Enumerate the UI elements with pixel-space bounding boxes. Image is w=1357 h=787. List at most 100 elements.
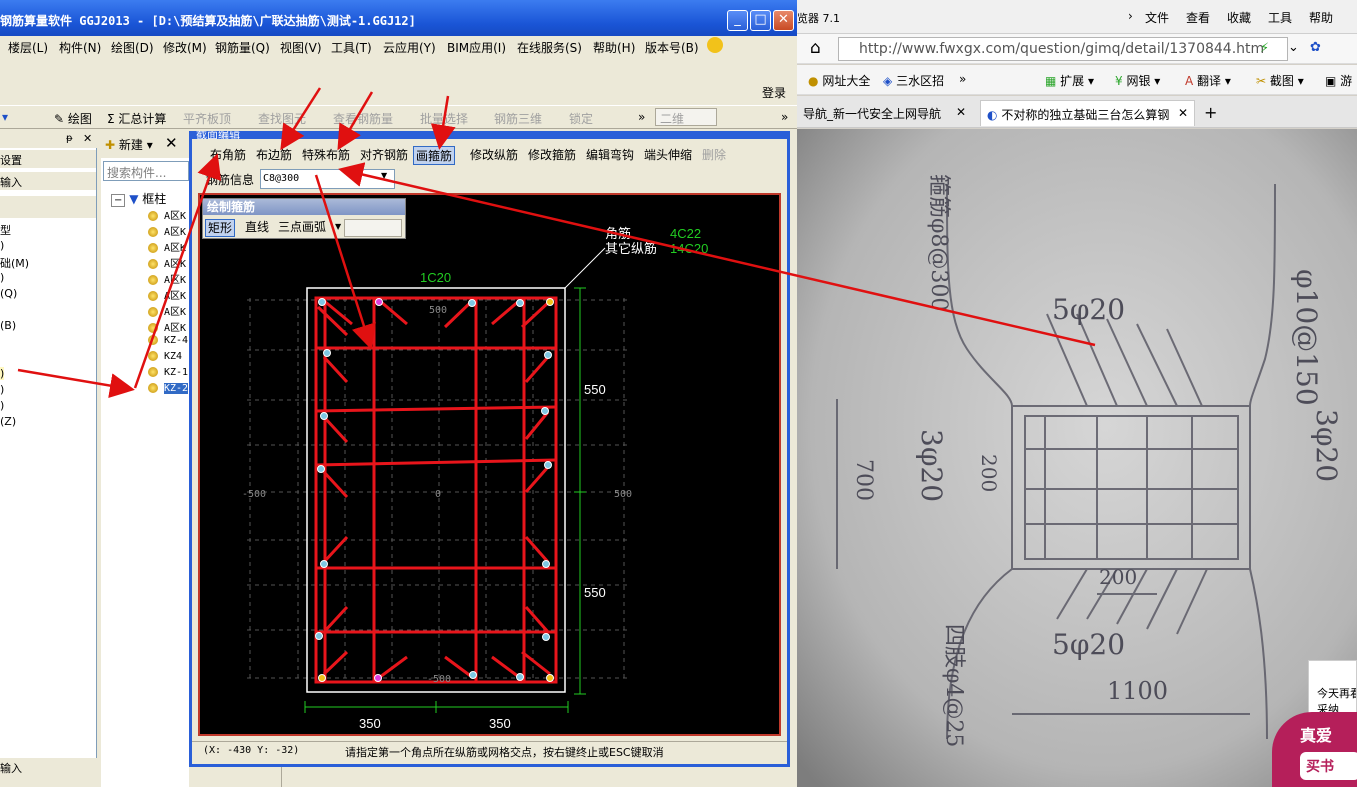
find-element-button[interactable]: 查找图元 [258, 110, 306, 127]
menu-version[interactable]: 版本号(B) [645, 39, 699, 56]
corner-rebar-button[interactable]: 布角筋 [208, 146, 248, 165]
netbank-button[interactable]: ¥ 网银 ▾ [1115, 72, 1160, 89]
toolbar-overflow-icon[interactable]: » [638, 110, 645, 124]
view-rebar-button[interactable]: 查看钢筋量 [333, 110, 393, 127]
layer-dropdown-arrow[interactable]: ▾ [2, 110, 8, 124]
new-tab-icon[interactable]: + [1204, 103, 1217, 122]
close-button[interactable]: ✕ [773, 10, 794, 31]
ad-banner[interactable]: 真爱 买书 [1272, 712, 1357, 787]
browser-menu-arrow-icon[interactable]: › [1128, 9, 1133, 23]
edit-hook-button[interactable]: 编辑弯钩 [584, 146, 636, 165]
left-item-z[interactable]: (Z) [0, 415, 16, 428]
component-search-input[interactable]: 搜索构件... [103, 161, 189, 181]
tree-item-selected[interactable]: KZ-2 [148, 383, 189, 394]
tree-item[interactable]: A区K [148, 239, 186, 254]
menu-view[interactable]: 视图(V) [280, 39, 322, 56]
lock-button[interactable]: 锁定 [569, 110, 593, 127]
game-button[interactable]: ▣ 游 [1325, 72, 1352, 89]
tree-collapse-icon[interactable]: − [111, 194, 126, 207]
tree-item[interactable]: A区K [148, 271, 186, 286]
maximize-button[interactable]: □ [750, 10, 771, 31]
left-bottom-tab[interactable]: 输入 [0, 758, 97, 787]
search-engine-icon[interactable]: ✿ [1310, 40, 1321, 55]
left-item-a[interactable]: ) [0, 239, 4, 252]
address-bar[interactable]: http://www.fwxgx.com/question/gimq/detai… [838, 37, 1288, 61]
screenshot-button[interactable]: ✂ 截图 ▾ [1256, 72, 1304, 89]
left-item-c[interactable]: ) [0, 383, 4, 396]
modify-stirrup-button[interactable]: 修改箍筋 [526, 146, 578, 165]
left-item-foundation[interactable]: 础(M) [0, 255, 29, 271]
browser-menu-favorites[interactable]: 收藏 [1227, 9, 1251, 26]
section-canvas[interactable]: 500 -500 -500 500 0 角筋 4C22 其它纵筋 14C20 1… [198, 193, 781, 736]
pin-icon[interactable]: ᵽ [66, 133, 73, 144]
delete-button[interactable]: 删除 [700, 146, 728, 165]
fav-sanshui[interactable]: ◈ 三水区招 [883, 72, 944, 89]
browser-menu-tools[interactable]: 工具 [1268, 9, 1292, 26]
menu-rebar-qty[interactable]: 钢筋量(Q) [215, 39, 270, 56]
flat-top-button[interactable]: 平齐板顶 [183, 110, 231, 127]
tree-item[interactable]: A区K [148, 255, 186, 270]
menu-component[interactable]: 构件(N) [59, 39, 101, 56]
lightning-icon[interactable]: ⚡ [1260, 41, 1269, 56]
panel-close-icon[interactable]: ✕ [83, 132, 92, 145]
browser-tab-active[interactable]: ◐ 不对称的独立基础三台怎么算钢 ✕ [980, 100, 1195, 126]
menu-modify[interactable]: 修改(M) [163, 39, 207, 56]
batch-select-button[interactable]: 批量选择 [420, 110, 468, 127]
view-mode-dropdown[interactable]: 二维 [655, 108, 717, 126]
extension-button[interactable]: ▦ 扩展 ▾ [1045, 72, 1094, 89]
rect-mode-button[interactable]: 矩形 [205, 219, 236, 237]
tree-item[interactable]: A区K [148, 303, 186, 318]
draw-stirrup-button[interactable]: 画箍筋 [413, 146, 456, 165]
menu-floor[interactable]: 楼层(L) [8, 39, 48, 56]
draw-tool-button[interactable]: ✎ 绘图 [54, 110, 92, 127]
translate-button[interactable]: A 翻译 ▾ [1185, 72, 1231, 89]
menu-tools[interactable]: 工具(T) [331, 39, 372, 56]
helper-avatar-icon[interactable] [707, 37, 723, 53]
browser-menu-view[interactable]: 查看 [1186, 9, 1210, 26]
edge-rebar-button[interactable]: 布边筋 [254, 146, 294, 165]
tree-item[interactable]: A区K [148, 287, 186, 302]
tab-close-icon[interactable]: ✕ [956, 105, 966, 119]
address-dropdown-icon[interactable]: ⌄ [1288, 40, 1299, 55]
end-stretch-button[interactable]: 端头伸缩 [642, 146, 694, 165]
menu-help[interactable]: 帮助(H) [593, 39, 635, 56]
browser-tab-nav[interactable]: 导航_新一代安全上网导航 ✕ [797, 100, 972, 126]
tree-root[interactable]: − ▼ 框柱 [111, 190, 166, 207]
menu-online[interactable]: 在线服务(S) [517, 39, 582, 56]
minimize-button[interactable]: _ [727, 10, 748, 31]
menu-draw[interactable]: 绘图(D) [111, 39, 154, 56]
delete-icon[interactable]: ✕ [165, 134, 178, 152]
fav-more-icon[interactable]: » [959, 72, 966, 86]
align-rebar-button[interactable]: 对齐钢筋 [358, 146, 410, 165]
line-mode-button[interactable]: 直线 [243, 219, 271, 237]
side-popup[interactable]: 今天再看 采纳 [1308, 660, 1357, 720]
rebar-info-dropdown-icon[interactable]: ▼ [381, 171, 387, 180]
tree-item[interactable]: KZ-1 [148, 367, 188, 378]
fav-site-directory[interactable]: ● 网址大全 [808, 72, 870, 89]
left-item-type[interactable]: 型 [0, 222, 11, 238]
left-item-d[interactable]: ) [0, 399, 4, 412]
tree-item[interactable]: A区K [148, 319, 186, 334]
tree-item[interactable]: A区K [148, 223, 186, 238]
browser-menu-help[interactable]: 帮助 [1309, 9, 1333, 26]
rebar-info-input[interactable]: C8@300 [260, 169, 395, 189]
toolbar-overflow-right-icon[interactable]: » [781, 110, 788, 124]
arc-mode-button[interactable]: 三点画弧 [276, 219, 328, 237]
tab-close-icon[interactable]: ✕ [1175, 106, 1188, 120]
menu-bim[interactable]: BIM应用(I) [447, 39, 506, 56]
menu-cloud[interactable]: 云应用(Y) [383, 39, 436, 56]
home-icon[interactable]: ⌂ [810, 38, 821, 58]
arc-dropdown-icon[interactable]: ▼ [333, 219, 343, 237]
sum-calc-button[interactable]: Σ 汇总计算 [107, 110, 166, 127]
modify-long-rebar-button[interactable]: 修改纵筋 [468, 146, 520, 165]
left-item-selected[interactable]: ) [0, 367, 5, 380]
tree-item[interactable]: KZ-4 [148, 335, 188, 346]
left-item-b[interactable]: ) [0, 271, 4, 284]
left-row-input[interactable]: 输入 [0, 172, 96, 190]
special-rebar-button[interactable]: 特殊布筋 [300, 146, 352, 165]
tree-item[interactable]: A区K [148, 207, 186, 222]
new-component-button[interactable]: ✚ 新建 ▾ [105, 136, 153, 153]
stirrup-combo[interactable] [344, 219, 402, 237]
left-row-settings[interactable]: 设置 [0, 150, 96, 168]
login-link[interactable]: 登录 [762, 84, 786, 101]
